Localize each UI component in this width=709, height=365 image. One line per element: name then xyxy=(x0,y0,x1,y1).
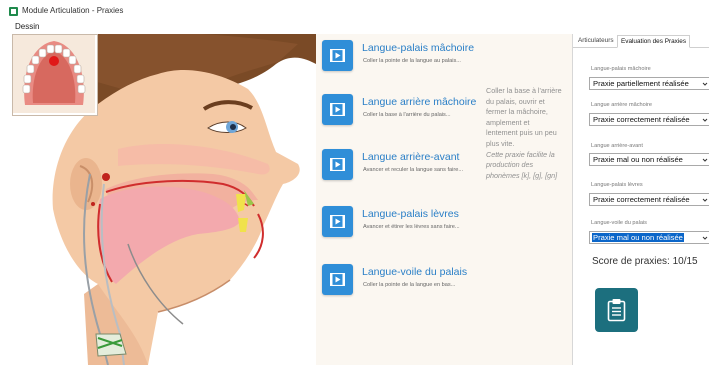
tip-line: Coller la base à l'arrière xyxy=(486,86,562,95)
tip-line: plus vite. xyxy=(486,138,515,148)
chevron-down-icon xyxy=(702,158,708,162)
field-label: Langue-palais lèvres xyxy=(591,182,643,188)
tip-line: lentement puis un peu xyxy=(486,128,557,138)
title-bar: Module Articulation - Praxies xyxy=(0,0,709,22)
exercise-list: Langue-palais mâchoire Coller la pointe … xyxy=(316,34,572,365)
select-value: Praxie mal ou non réalisée xyxy=(593,155,683,164)
evaluation-select[interactable]: Praxie partiellement réalisée xyxy=(589,77,709,90)
evaluation-panel: Articulateurs Evaluation des Praxies Lan… xyxy=(572,34,709,365)
exercise-description: Coller la pointe de la langue au palais.… xyxy=(363,58,461,64)
chevron-down-icon xyxy=(702,82,708,86)
field-label: Langue-palais mâchoire xyxy=(591,66,651,72)
praxie-explanation: Coller la base à l'arrière du palais, ou… xyxy=(486,86,574,181)
video-play-icon xyxy=(330,49,345,62)
exercise-title: Langue-voile du palais xyxy=(362,266,468,278)
field-label: Langue-voile du palais xyxy=(591,220,647,226)
exercise-description: Coller la base à l'arrière du palais... xyxy=(363,112,451,118)
tip-line: amplement et xyxy=(486,117,530,127)
evaluation-select[interactable]: Praxie correctement réalisée xyxy=(589,113,709,126)
evaluation-select[interactable]: Praxie mal ou non réalisée xyxy=(589,153,709,166)
exercise-description: Avancer et étirer les lèvres sans faire.… xyxy=(363,224,460,230)
video-play-button[interactable] xyxy=(322,40,353,71)
window-title: Module Articulation - Praxies xyxy=(22,6,124,15)
tab-articulateurs[interactable]: Articulateurs xyxy=(575,35,617,46)
report-button[interactable] xyxy=(595,288,638,332)
tab-bar: Articulateurs Evaluation des Praxies xyxy=(573,34,709,48)
exercise-title: Langue-palais lèvres xyxy=(362,208,459,220)
video-play-icon xyxy=(330,215,345,228)
select-value: Praxie correctement réalisée xyxy=(593,115,690,124)
app-icon xyxy=(9,7,18,16)
exercise-description: Avancer et reculer la langue sans faire.… xyxy=(363,167,464,173)
exercise-item[interactable]: Langue-voile du palais Coller la pointe … xyxy=(322,260,562,302)
tip-line-italic: phonèmes [k], [g], [gn] xyxy=(486,170,558,180)
video-play-icon xyxy=(330,273,345,286)
video-play-icon xyxy=(330,103,345,116)
field-label: Langue arrière mâchoire xyxy=(591,102,652,108)
video-play-button[interactable] xyxy=(322,206,353,237)
select-value: Praxie partiellement réalisée xyxy=(593,79,689,88)
score-text: Score de praxies: 10/15 xyxy=(592,256,698,267)
exercise-description: Coller la pointe de la langue en bas... xyxy=(363,282,456,288)
chevron-down-icon xyxy=(702,236,708,240)
clipboard-icon xyxy=(607,299,626,322)
field-label: Langue arrière-avant xyxy=(591,143,643,149)
video-play-button[interactable] xyxy=(322,94,353,125)
tip-line: fermer la mâchoire, xyxy=(486,107,548,117)
menu-item-dessin[interactable]: Dessin xyxy=(15,22,39,31)
exercise-item[interactable]: Langue-palais mâchoire Coller la pointe … xyxy=(322,36,562,78)
exercise-title: Langue-palais mâchoire xyxy=(362,42,475,54)
evaluation-select[interactable]: Praxie correctement réalisée xyxy=(589,193,709,206)
chevron-down-icon xyxy=(702,198,708,202)
exercise-item[interactable]: Langue-palais lèvres Avancer et étirer l… xyxy=(322,202,562,244)
select-value: Praxie correctement réalisée xyxy=(593,195,690,204)
tip-line-italic: production des xyxy=(486,160,534,170)
video-play-icon xyxy=(330,158,345,171)
video-play-button[interactable] xyxy=(322,264,353,295)
evaluation-select-focused[interactable]: Praxie mal ou non réalisée xyxy=(589,231,709,244)
video-play-button[interactable] xyxy=(322,149,353,180)
exercise-title: Langue arrière-avant xyxy=(362,151,460,163)
exercise-title: Langue arrière mâchoire xyxy=(362,96,477,108)
select-value: Praxie mal ou non réalisée xyxy=(592,233,684,242)
tab-evaluation-praxies[interactable]: Evaluation des Praxies xyxy=(617,35,691,48)
tip-line-italic: Cette praxie facilite la xyxy=(486,149,555,159)
palate-inset-view xyxy=(12,34,98,116)
chevron-down-icon xyxy=(702,118,708,122)
tip-line: du palais, ouvrir et xyxy=(486,96,545,106)
menu-bar: Dessin xyxy=(0,22,709,33)
